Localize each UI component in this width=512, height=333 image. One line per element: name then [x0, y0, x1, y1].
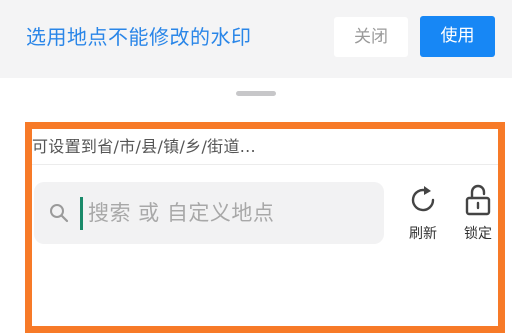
refresh-button[interactable]: 刷新: [402, 183, 444, 247]
unlock-icon: [457, 183, 499, 217]
search-icon: [48, 202, 70, 224]
lock-label: 锁定: [464, 226, 492, 242]
search-input[interactable]: 搜索 或 自定义地点: [88, 194, 368, 232]
use-button[interactable]: 使用: [420, 16, 495, 57]
close-button[interactable]: 关闭: [334, 17, 408, 57]
drag-handle[interactable]: [236, 91, 276, 96]
lock-button[interactable]: 锁定: [457, 183, 499, 247]
location-hint: 可设置到省/市/县/镇/乡/街道...: [32, 137, 256, 156]
divider: [32, 164, 498, 165]
dialog-title: 选用地点不能修改的水印: [26, 25, 252, 49]
refresh-icon: [402, 183, 444, 217]
search-box[interactable]: 搜索 或 自定义地点: [34, 182, 384, 244]
location-panel: 可设置到省/市/县/镇/乡/街道... 搜索 或 自定义地点 刷新 锁定: [25, 122, 505, 333]
refresh-label: 刷新: [409, 226, 437, 242]
top-bar: 选用地点不能修改的水印 关闭 使用: [0, 0, 512, 78]
text-caret: [80, 197, 83, 230]
